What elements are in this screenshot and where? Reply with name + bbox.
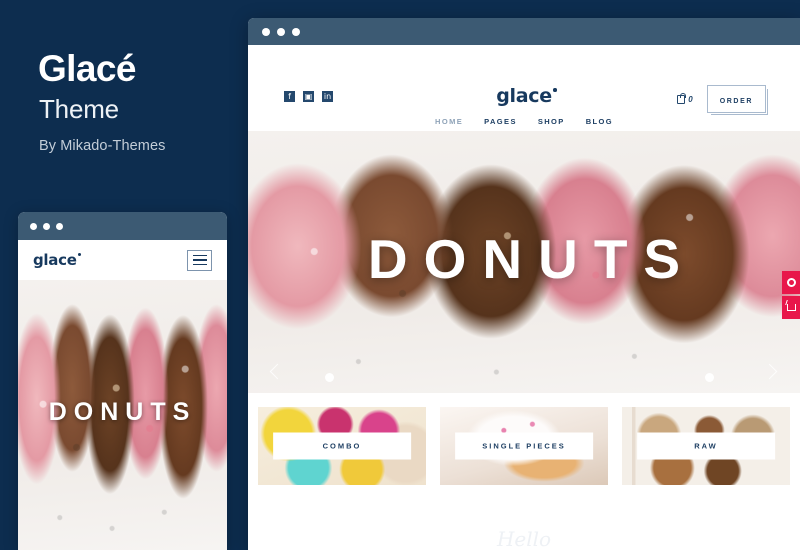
traffic-light-dot[interactable] <box>262 27 270 36</box>
category-label: RAW <box>637 432 775 460</box>
order-button[interactable]: ORDER <box>706 85 766 113</box>
screenshot-stage: Glacé Theme By Mikado-Themes glace DONUT… <box>0 0 800 550</box>
nav-item-home[interactable]: HOME <box>435 117 463 126</box>
header-actions: 0 ORDER <box>677 85 766 113</box>
nav-item-pages[interactable]: PAGES <box>484 117 517 126</box>
mobile-site-logo[interactable]: glace <box>33 251 81 269</box>
cart-icon[interactable]: 0 <box>677 92 693 104</box>
logo-accent-dot <box>77 253 81 256</box>
category-cards: COMBO SINGLE PIECES RAW <box>248 393 800 485</box>
cart-count: 0 <box>688 94 693 104</box>
category-card-combo[interactable]: COMBO <box>258 407 426 485</box>
main-navigation: HOME PAGES SHOP BLOG <box>248 117 800 126</box>
hamburger-menu-icon[interactable] <box>187 249 212 271</box>
site-header: f ▣ in glace HOME PAGES SHOP BLOG 0 ORDE… <box>248 45 800 131</box>
slider-next-arrow[interactable] <box>761 363 778 393</box>
footer-script-text: Hello <box>496 527 552 550</box>
page-subtitle: Theme <box>39 94 119 124</box>
side-widget-bar <box>782 271 800 321</box>
hero-slider: DONUTS <box>248 131 800 393</box>
category-label: SINGLE PIECES <box>455 432 593 460</box>
site-logo-text: glace <box>496 85 552 107</box>
category-card-single-pieces[interactable]: SINGLE PIECES <box>440 407 608 485</box>
footer-section: Hello <box>248 485 800 550</box>
slider-bullet[interactable] <box>705 373 714 382</box>
mobile-browser-chrome <box>18 212 227 240</box>
traffic-light-dot[interactable] <box>292 27 300 36</box>
logo-accent-dot <box>553 88 557 92</box>
desktop-preview-window: f ▣ in glace HOME PAGES SHOP BLOG 0 ORDE… <box>248 18 800 550</box>
category-label: COMBO <box>273 432 411 460</box>
mobile-logo-text: glace <box>33 251 77 269</box>
search-widget-icon[interactable] <box>782 271 800 294</box>
mobile-hero-slider: DONUTS <box>18 280 227 550</box>
traffic-light-dot[interactable] <box>30 222 37 230</box>
page-title: Glacé <box>38 48 136 89</box>
mobile-site-header: glace <box>18 240 227 280</box>
nav-item-shop[interactable]: SHOP <box>538 117 565 126</box>
mobile-preview-window: glace DONUTS <box>18 212 227 550</box>
order-button-label: ORDER <box>719 98 753 105</box>
slider-prev-arrow[interactable] <box>269 363 286 393</box>
shopping-bag-glyph <box>677 92 686 104</box>
theme-author: By Mikado-Themes <box>39 138 166 154</box>
traffic-light-dot[interactable] <box>277 27 285 36</box>
traffic-light-dot[interactable] <box>43 222 50 230</box>
hero-title: DONUTS <box>367 228 697 290</box>
slider-bullet[interactable] <box>325 373 334 382</box>
traffic-light-dot[interactable] <box>56 222 63 230</box>
category-card-raw[interactable]: RAW <box>622 407 790 485</box>
nav-item-blog[interactable]: BLOG <box>586 117 613 126</box>
browser-chrome <box>248 18 800 45</box>
cart-widget-icon[interactable] <box>782 296 800 319</box>
mobile-hero-title: DONUTS <box>48 398 197 426</box>
